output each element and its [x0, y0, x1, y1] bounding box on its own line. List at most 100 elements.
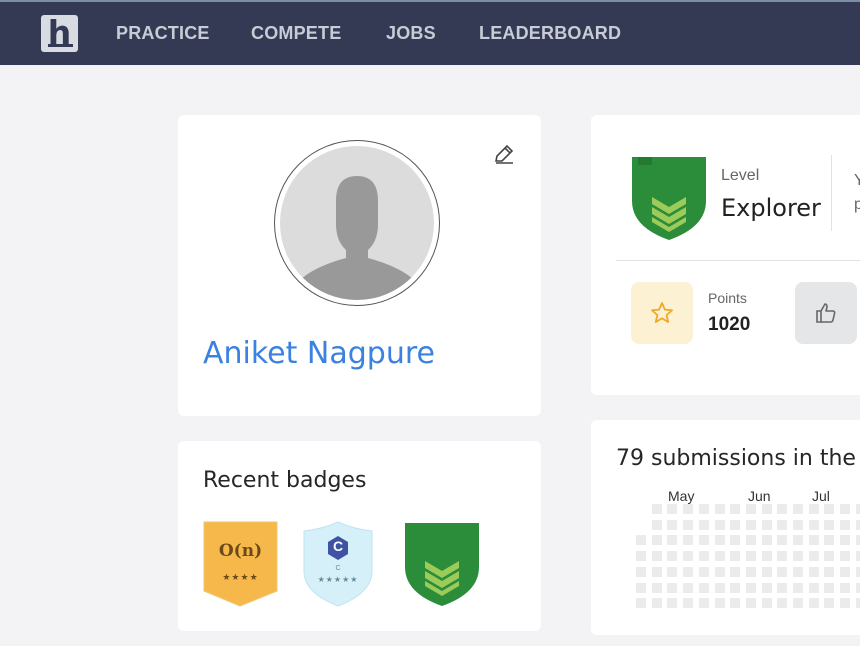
heatmap-cell[interactable] [793, 598, 803, 609]
heatmap-cell[interactable] [745, 519, 756, 530]
heatmap-cell[interactable] [808, 519, 819, 530]
heatmap-cell[interactable] [667, 582, 678, 593]
heatmap-cell[interactable] [745, 566, 756, 577]
heatmap-cell[interactable] [730, 519, 741, 530]
heatmap-cell[interactable] [793, 535, 803, 546]
heatmap-cell[interactable] [698, 566, 709, 577]
heatmap-cell[interactable] [808, 551, 819, 562]
heatmap-cell[interactable] [683, 566, 694, 577]
heatmap-cell[interactable] [855, 504, 860, 514]
nav-jobs[interactable]: JOBS [386, 23, 436, 44]
heatmap-cell[interactable] [651, 535, 662, 546]
heatmap-cell[interactable] [651, 566, 662, 577]
logo[interactable]: h [41, 15, 78, 52]
heatmap-cell[interactable] [824, 504, 835, 514]
heatmap-cell[interactable] [808, 504, 819, 514]
heatmap-cell[interactable] [808, 582, 819, 593]
heatmap-cell[interactable] [651, 598, 662, 609]
heatmap-cell[interactable] [745, 504, 756, 514]
heatmap-cell[interactable] [793, 519, 803, 530]
heatmap-cell[interactable] [777, 551, 788, 562]
avatar[interactable] [280, 146, 434, 300]
heatmap-cell[interactable] [855, 598, 860, 609]
heatmap-cell[interactable] [683, 598, 694, 609]
heatmap-cell[interactable] [714, 566, 725, 577]
heatmap-cell[interactable] [777, 504, 788, 514]
heatmap-cell[interactable] [667, 504, 678, 514]
heatmap-cell[interactable] [651, 519, 662, 530]
heatmap-cell[interactable] [745, 551, 756, 562]
heatmap-cell[interactable] [636, 551, 646, 562]
heatmap-cell[interactable] [683, 535, 694, 546]
thumbs-up-button[interactable] [795, 282, 857, 344]
heatmap-cell[interactable] [855, 535, 860, 546]
heatmap-cell[interactable] [667, 551, 678, 562]
heatmap-cell[interactable] [855, 551, 860, 562]
heatmap-cell[interactable] [714, 519, 725, 530]
heatmap-cell[interactable] [636, 535, 646, 546]
heatmap-cell[interactable] [793, 582, 803, 593]
heatmap-cell[interactable] [761, 551, 772, 562]
heatmap-cell[interactable] [698, 504, 709, 514]
heatmap-cell[interactable] [824, 551, 835, 562]
heatmap-cell[interactable] [714, 504, 725, 514]
heatmap-cell[interactable] [636, 582, 646, 593]
heatmap-cell[interactable] [698, 598, 709, 609]
heatmap-cell[interactable] [793, 504, 803, 514]
heatmap-cell[interactable] [840, 566, 851, 577]
heatmap-cell[interactable] [824, 598, 835, 609]
heatmap-cell[interactable] [840, 582, 851, 593]
heatmap-cell[interactable] [683, 504, 694, 514]
heatmap-cell[interactable] [761, 535, 772, 546]
heatmap-cell[interactable] [824, 535, 835, 546]
heatmap-cell[interactable] [698, 535, 709, 546]
heatmap-cell[interactable] [761, 582, 772, 593]
heatmap-cell[interactable] [793, 566, 803, 577]
badge-on-complexity[interactable]: O(n) ★★★★ [203, 521, 278, 607]
heatmap-cell[interactable] [667, 535, 678, 546]
heatmap-cell[interactable] [777, 566, 788, 577]
heatmap-cell[interactable] [730, 582, 741, 593]
heatmap-cell[interactable] [777, 519, 788, 530]
heatmap-cell[interactable] [761, 519, 772, 530]
heatmap-cell[interactable] [761, 598, 772, 609]
heatmap-cell[interactable] [808, 566, 819, 577]
heatmap-cell[interactable] [761, 504, 772, 514]
heatmap-cell[interactable] [636, 598, 646, 609]
heatmap-cell[interactable] [777, 582, 788, 593]
heatmap-cell[interactable] [855, 582, 860, 593]
heatmap-cell[interactable] [730, 551, 741, 562]
heatmap-cell[interactable] [730, 566, 741, 577]
heatmap-cell[interactable] [808, 598, 819, 609]
heatmap-cell[interactable] [808, 535, 819, 546]
heatmap-cell[interactable] [698, 582, 709, 593]
heatmap-cell[interactable] [855, 566, 860, 577]
heatmap-cell[interactable] [824, 519, 835, 530]
heatmap-cell[interactable] [667, 566, 678, 577]
heatmap-cell[interactable] [651, 504, 662, 514]
nav-leaderboard[interactable]: LEADERBOARD [479, 23, 621, 44]
heatmap-cell[interactable] [840, 535, 851, 546]
heatmap-cell[interactable] [745, 535, 756, 546]
heatmap-cell[interactable] [824, 566, 835, 577]
heatmap-cell[interactable] [855, 519, 860, 530]
heatmap-cell[interactable] [730, 598, 741, 609]
heatmap-cell[interactable] [698, 551, 709, 562]
heatmap-cell[interactable] [714, 551, 725, 562]
heatmap-cell[interactable] [777, 598, 788, 609]
heatmap-cell[interactable] [840, 504, 851, 514]
heatmap-cell[interactable] [840, 551, 851, 562]
pencil-icon[interactable] [493, 143, 515, 170]
heatmap-cell[interactable] [636, 566, 646, 577]
heatmap-cell[interactable] [714, 598, 725, 609]
heatmap-cell[interactable] [745, 582, 756, 593]
heatmap-cell[interactable] [667, 598, 678, 609]
heatmap-cell[interactable] [683, 519, 694, 530]
heatmap-cell[interactable] [761, 566, 772, 577]
heatmap-cell[interactable] [683, 551, 694, 562]
heatmap-cell[interactable] [651, 551, 662, 562]
heatmap-cell[interactable] [698, 519, 709, 530]
badge-c-language[interactable]: C C ★★★★★ [303, 521, 373, 607]
nav-practice[interactable]: PRACTICE [116, 23, 210, 44]
heatmap-cell[interactable] [730, 504, 741, 514]
